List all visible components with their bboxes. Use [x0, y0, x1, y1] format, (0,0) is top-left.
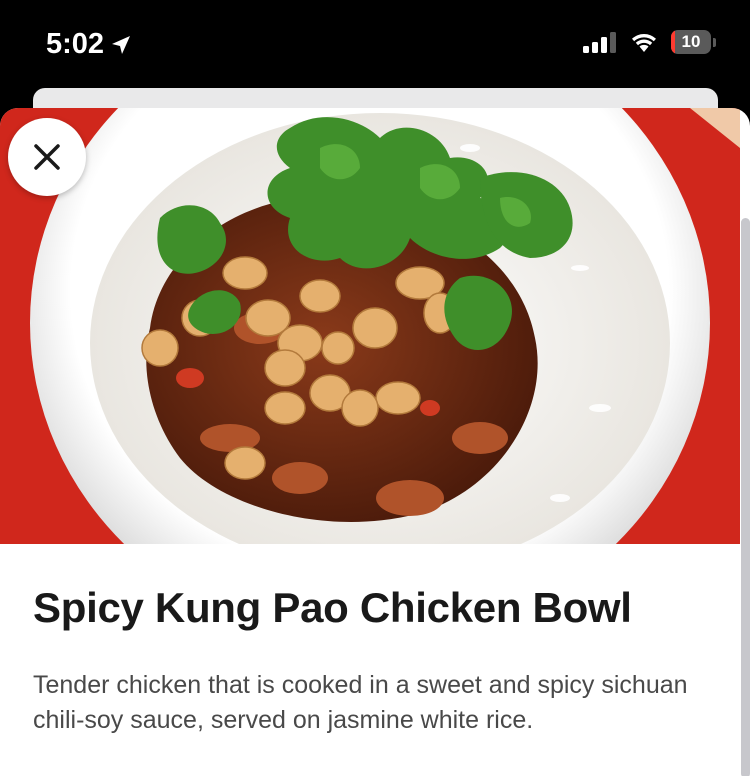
location-arrow-icon	[112, 35, 131, 54]
scrollbar[interactable]	[741, 218, 750, 776]
wifi-icon	[632, 34, 656, 52]
status-bar: 5:02 10	[0, 0, 750, 88]
item-detail-sheet: Spicy Kung Pao Chicken Bowl Tender chick…	[0, 108, 750, 776]
food-photo	[0, 108, 740, 544]
battery-fill	[671, 30, 675, 54]
battery-level: 10	[681, 32, 701, 51]
cellular-signal-icon	[583, 32, 616, 53]
item-hero-image	[0, 108, 740, 544]
close-icon	[34, 144, 60, 170]
battery-icon: 10	[671, 30, 716, 54]
battery-cap	[713, 37, 716, 47]
status-icons: 10	[583, 30, 716, 54]
item-description: Tender chicken that is cooked in a sweet…	[33, 671, 688, 734]
time-text: 5:02	[46, 28, 105, 60]
battery-body: 10	[671, 30, 711, 54]
item-title: Spicy Kung Pao Chicken Bowl	[33, 584, 632, 631]
close-button[interactable]	[8, 118, 86, 196]
status-time: 5:02	[46, 28, 132, 61]
